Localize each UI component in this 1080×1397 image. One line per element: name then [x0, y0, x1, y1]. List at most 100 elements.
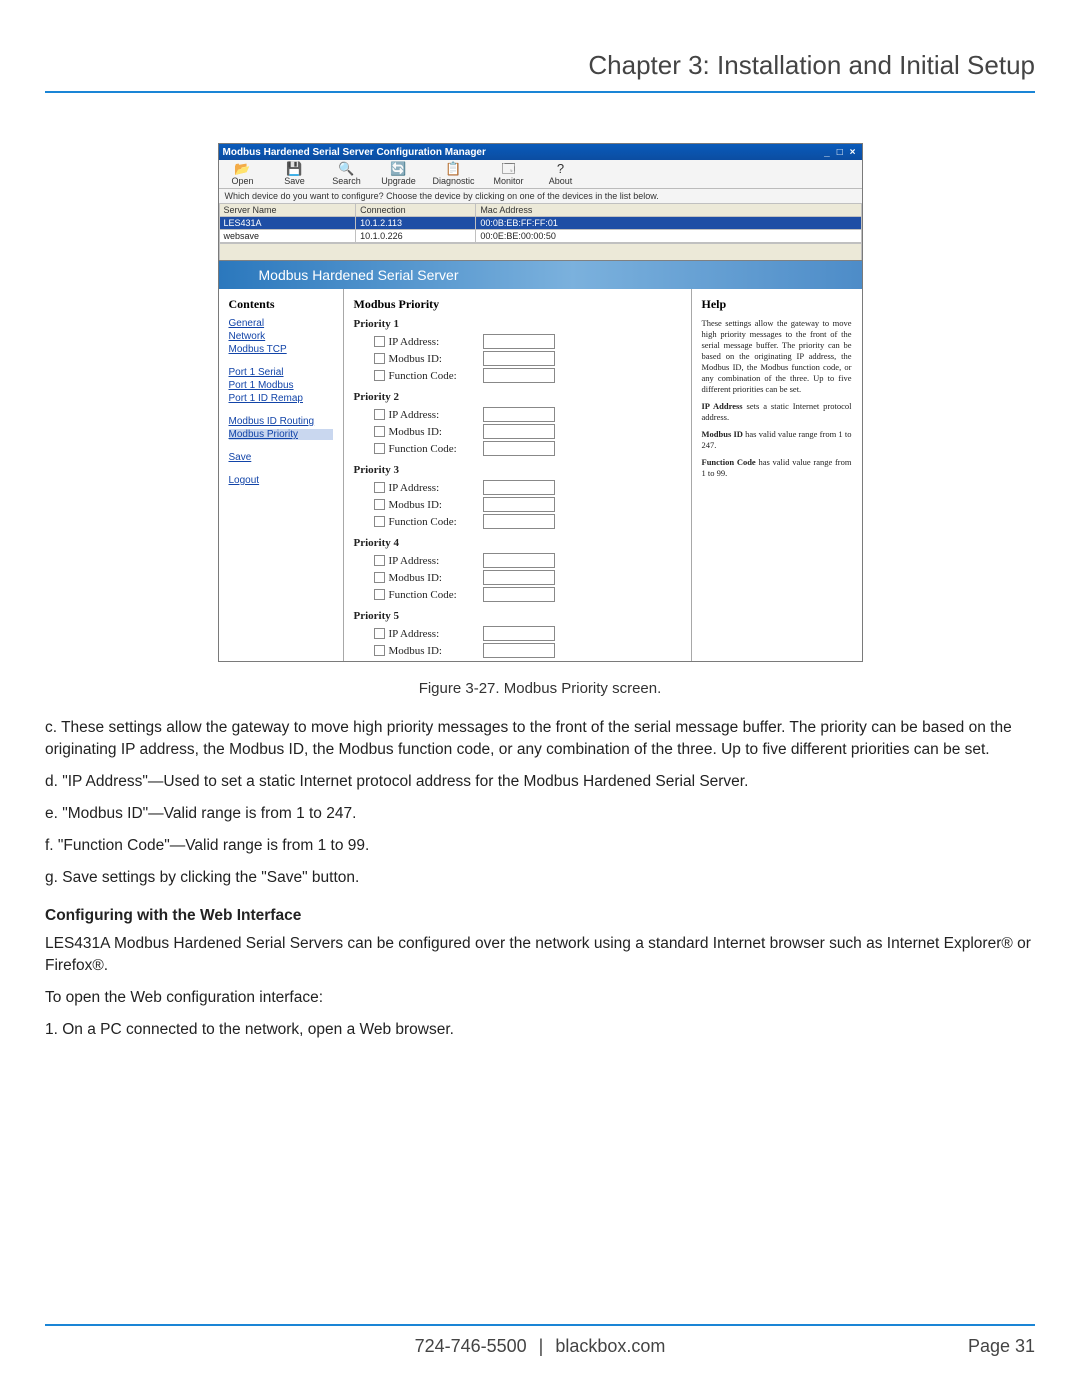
col-header: Server Name — [219, 204, 356, 217]
field-row: Modbus ID: — [374, 570, 681, 585]
toolbar-open[interactable]: 📂Open — [225, 162, 261, 186]
para-p3: 1. On a PC connected to the network, ope… — [45, 1019, 1035, 1041]
help-panel: Help These settings allow the gateway to… — [692, 289, 862, 661]
sidebar-item-port-1-serial[interactable]: Port 1 Serial — [229, 367, 333, 378]
checkbox[interactable] — [374, 443, 385, 454]
main-heading: Modbus Priority — [354, 297, 681, 312]
footer-sep: | — [539, 1336, 544, 1357]
para-g: g. Save settings by clicking the "Save" … — [45, 867, 1035, 889]
field-label: IP Address: — [389, 482, 479, 494]
help-heading: Help — [702, 297, 852, 312]
text-input[interactable] — [483, 514, 555, 529]
toolbar-label: Diagnostic — [433, 176, 475, 186]
field-row: Modbus ID: — [374, 497, 681, 512]
field-label: Modbus ID: — [389, 572, 479, 584]
field-label: IP Address: — [389, 628, 479, 640]
para-d: d. "IP Address"—Used to set a static Int… — [45, 771, 1035, 793]
sidebar-item-save[interactable]: Save — [229, 452, 333, 463]
field-row: IP Address: — [374, 553, 681, 568]
footer-site: blackbox.com — [555, 1336, 665, 1357]
priority-label: Priority 5 — [354, 610, 681, 622]
text-input[interactable] — [483, 570, 555, 585]
field-row: Modbus ID: — [374, 643, 681, 658]
text-input[interactable] — [483, 643, 555, 658]
checkbox[interactable] — [374, 572, 385, 583]
text-input[interactable] — [483, 441, 555, 456]
field-row: Function Code: — [374, 441, 681, 456]
toolbar-search[interactable]: 🔍Search — [329, 162, 365, 186]
col-header: Connection — [356, 204, 476, 217]
field-row: Function Code: — [374, 514, 681, 529]
para-e: e. "Modbus ID"—Valid range is from 1 to … — [45, 803, 1035, 825]
text-input[interactable] — [483, 587, 555, 602]
save-icon: 💾 — [286, 162, 302, 176]
toolbar-label: Save — [284, 176, 305, 186]
sidebar-item-network[interactable]: Network — [229, 331, 333, 342]
toolbar-monitor[interactable]: 🗔Monitor — [491, 162, 527, 186]
text-input[interactable] — [483, 497, 555, 512]
checkbox[interactable] — [374, 516, 385, 527]
toolbar-label: Upgrade — [381, 176, 416, 186]
subheading: Configuring with the Web Interface — [45, 907, 1035, 925]
field-label: Modbus ID: — [389, 645, 479, 657]
text-input[interactable] — [483, 424, 555, 439]
text-input[interactable] — [483, 480, 555, 495]
text-input[interactable] — [483, 368, 555, 383]
text-input[interactable] — [483, 351, 555, 366]
search-icon: 🔍 — [338, 162, 354, 176]
checkbox[interactable] — [374, 589, 385, 600]
window-titlebar: Modbus Hardened Serial Server Configurat… — [219, 144, 862, 160]
figure-caption: Figure 3-27. Modbus Priority screen. — [45, 680, 1035, 697]
sidebar-item-port-1-id-remap[interactable]: Port 1 ID Remap — [229, 393, 333, 404]
toolbar-save[interactable]: 💾Save — [277, 162, 313, 186]
para-p1: LES431A Modbus Hardened Serial Servers c… — [45, 933, 1035, 977]
help-paragraph: IP Address sets a static Internet protoc… — [702, 401, 852, 423]
checkbox[interactable] — [374, 482, 385, 493]
checkbox[interactable] — [374, 409, 385, 420]
toolbar-diagnostic[interactable]: 📋Diagnostic — [433, 162, 475, 186]
chapter-title: Chapter 3: Installation and Initial Setu… — [45, 50, 1035, 93]
table-row[interactable]: websave10.1.0.22600:0E:BE:00:00:50 — [219, 230, 861, 243]
help-paragraph: These settings allow the gateway to move… — [702, 318, 852, 395]
checkbox[interactable] — [374, 628, 385, 639]
sidebar-item-logout[interactable]: Logout — [229, 475, 333, 486]
toolbar-upgrade[interactable]: 🔄Upgrade — [381, 162, 417, 186]
field-label: Modbus ID: — [389, 353, 479, 365]
close-icon[interactable]: × — [848, 147, 858, 158]
checkbox[interactable] — [374, 353, 385, 364]
text-input[interactable] — [483, 626, 555, 641]
para-p2: To open the Web configuration interface: — [45, 987, 1035, 1009]
toolbar-label: Open — [231, 176, 253, 186]
sidebar-item-port-1-modbus[interactable]: Port 1 Modbus — [229, 380, 333, 391]
sidebar-item-modbus-tcp[interactable]: Modbus TCP — [229, 344, 333, 355]
toolbar-label: About — [549, 176, 573, 186]
field-label: IP Address: — [389, 336, 479, 348]
checkbox[interactable] — [374, 370, 385, 381]
device-table: Server NameConnectionMac Address LES431A… — [219, 203, 862, 243]
field-label: Modbus ID: — [389, 426, 479, 438]
checkbox[interactable] — [374, 499, 385, 510]
priority-label: Priority 2 — [354, 391, 681, 403]
table-row[interactable]: LES431A10.1.2.11300:0B:EB:FF:FF:01 — [219, 217, 861, 230]
checkbox[interactable] — [374, 426, 385, 437]
text-input[interactable] — [483, 407, 555, 422]
field-label: Modbus ID: — [389, 499, 479, 511]
checkbox[interactable] — [374, 336, 385, 347]
field-row: IP Address: — [374, 407, 681, 422]
field-label: Function Code: — [389, 660, 479, 661]
sidebar-item-modbus-priority[interactable]: Modbus Priority — [229, 429, 333, 440]
sidebar-item-general[interactable]: General — [229, 318, 333, 329]
minimize-icon[interactable]: _ — [822, 147, 832, 158]
checkbox[interactable] — [374, 645, 385, 656]
checkbox[interactable] — [374, 555, 385, 566]
toolbar-about[interactable]: ?About — [543, 162, 579, 186]
toolbar-label: Search — [332, 176, 361, 186]
text-input[interactable] — [483, 553, 555, 568]
maximize-icon[interactable]: □ — [835, 147, 845, 158]
text-input[interactable] — [483, 334, 555, 349]
col-header: Mac Address — [476, 204, 861, 217]
checkbox[interactable] — [374, 661, 385, 662]
priority-label: Priority 3 — [354, 464, 681, 476]
sidebar-item-modbus-id-routing[interactable]: Modbus ID Routing — [229, 416, 333, 427]
footer-phone: 724-746-5500 — [415, 1336, 527, 1357]
